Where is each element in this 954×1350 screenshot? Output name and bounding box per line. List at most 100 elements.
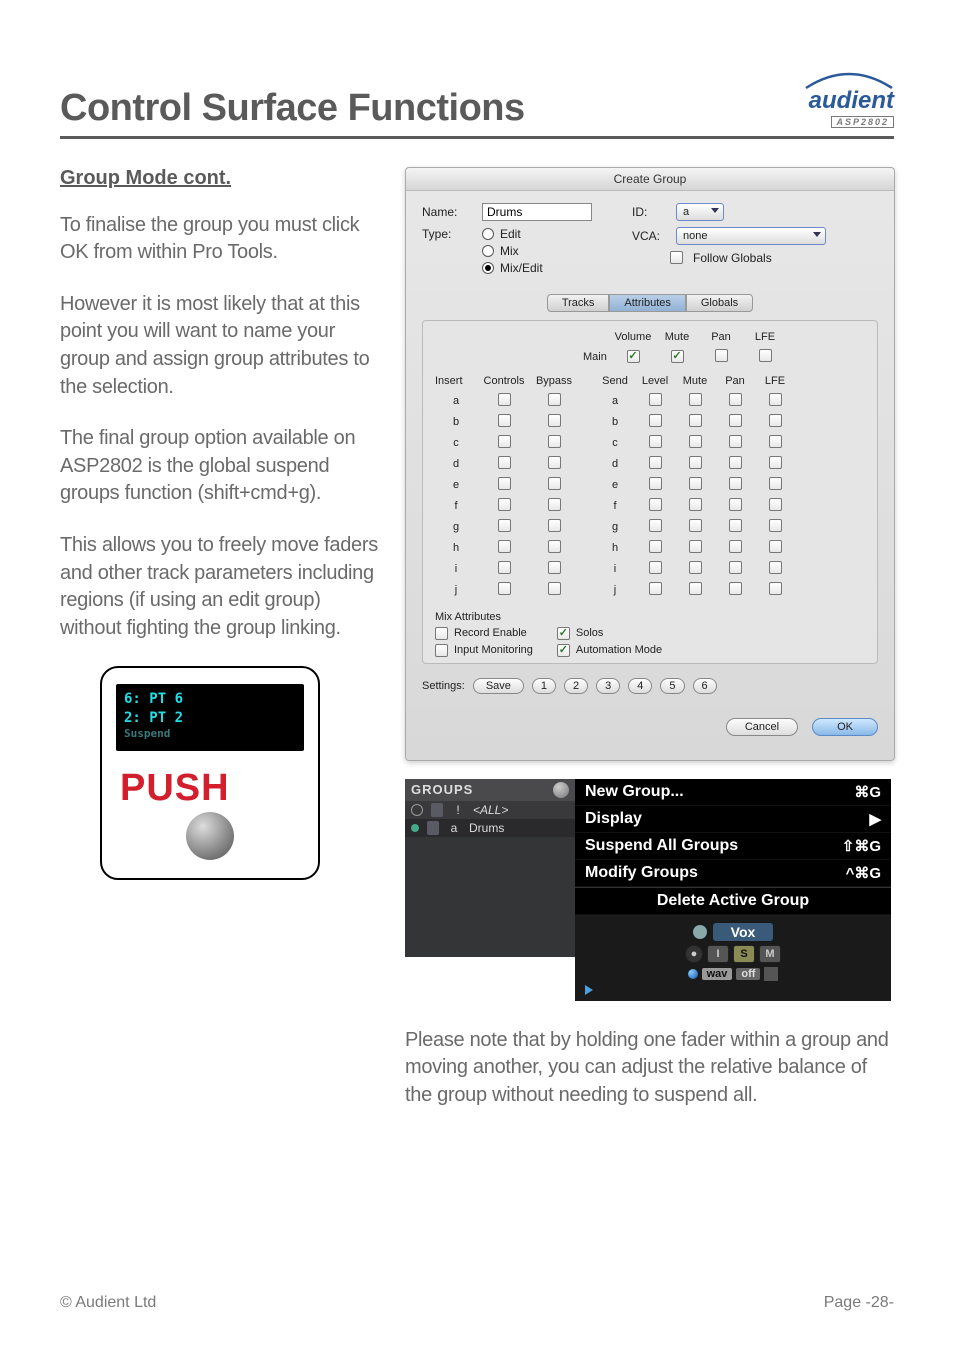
tab-globals[interactable]: Globals	[686, 294, 753, 312]
checkbox[interactable]	[649, 414, 662, 427]
automation-mode-selector[interactable]: off	[736, 968, 760, 980]
menu-new-group[interactable]: New Group... ⌘G	[575, 779, 891, 806]
checkbox[interactable]	[498, 519, 511, 532]
checkbox[interactable]	[649, 540, 662, 553]
group-name-input[interactable]	[482, 203, 592, 221]
save-button[interactable]: Save	[473, 678, 524, 694]
checkbox[interactable]	[649, 477, 662, 490]
checkbox[interactable]	[729, 456, 742, 469]
checkbox[interactable]	[689, 477, 702, 490]
preset-2-button[interactable]: 2	[564, 678, 588, 694]
checkbox[interactable]	[769, 456, 782, 469]
type-mix-radio[interactable]: Mix	[482, 244, 543, 258]
checkbox[interactable]	[498, 582, 511, 595]
checkbox[interactable]	[729, 435, 742, 448]
checkbox[interactable]	[689, 540, 702, 553]
elastic-icon[interactable]	[764, 967, 778, 981]
checkbox[interactable]	[649, 561, 662, 574]
checkbox[interactable]	[769, 435, 782, 448]
checkbox[interactable]	[548, 561, 561, 574]
checkbox[interactable]	[548, 456, 561, 469]
checkbox[interactable]	[649, 519, 662, 532]
main-mute-checkbox[interactable]	[671, 350, 684, 363]
checkbox[interactable]	[649, 498, 662, 511]
vca-dropdown[interactable]: none	[676, 227, 826, 245]
solos-checkbox[interactable]	[557, 627, 570, 640]
checkbox[interactable]	[498, 561, 511, 574]
checkbox[interactable]	[769, 498, 782, 511]
input-button[interactable]: I	[707, 945, 729, 963]
type-mixedit-radio[interactable]: Mix/Edit	[482, 261, 543, 275]
checkbox[interactable]	[498, 540, 511, 553]
checkbox[interactable]	[729, 582, 742, 595]
checkbox[interactable]	[689, 519, 702, 532]
checkbox[interactable]	[729, 498, 742, 511]
checkbox[interactable]	[769, 477, 782, 490]
checkbox[interactable]	[769, 393, 782, 406]
checkbox[interactable]	[649, 393, 662, 406]
track-name[interactable]: Vox	[713, 923, 774, 941]
checkbox[interactable]	[548, 498, 561, 511]
checkbox[interactable]	[729, 393, 742, 406]
checkbox[interactable]	[498, 498, 511, 511]
checkbox[interactable]	[729, 561, 742, 574]
checkbox[interactable]	[689, 435, 702, 448]
menu-modify-groups[interactable]: Modify Groups ^⌘G	[575, 860, 891, 887]
preset-5-button[interactable]: 5	[660, 678, 684, 694]
checkbox[interactable]	[548, 582, 561, 595]
checkbox[interactable]	[548, 540, 561, 553]
ok-button[interactable]: OK	[812, 718, 878, 736]
checkbox[interactable]	[498, 393, 511, 406]
record-button[interactable]: ●	[685, 945, 703, 963]
menu-delete-active[interactable]: Delete Active Group	[575, 887, 891, 915]
groups-row-all[interactable]: ! <ALL>	[405, 801, 575, 819]
type-edit-radio[interactable]: Edit	[482, 227, 543, 241]
checkbox[interactable]	[689, 582, 702, 595]
checkbox[interactable]	[769, 519, 782, 532]
checkbox[interactable]	[729, 540, 742, 553]
checkbox[interactable]	[729, 519, 742, 532]
tab-attributes[interactable]: Attributes	[609, 294, 685, 312]
checkbox[interactable]	[769, 561, 782, 574]
preset-1-button[interactable]: 1	[532, 678, 556, 694]
input-monitoring-checkbox[interactable]	[435, 644, 448, 657]
checkbox[interactable]	[649, 435, 662, 448]
checkbox[interactable]	[769, 582, 782, 595]
menu-suspend-all[interactable]: Suspend All Groups ⇧⌘G	[575, 833, 891, 860]
checkbox[interactable]	[548, 477, 561, 490]
checkbox[interactable]	[689, 393, 702, 406]
preset-3-button[interactable]: 3	[596, 678, 620, 694]
automation-mode-checkbox[interactable]	[557, 644, 570, 657]
checkbox[interactable]	[548, 435, 561, 448]
solo-button[interactable]: S	[733, 945, 755, 963]
checkbox[interactable]	[689, 456, 702, 469]
checkbox[interactable]	[498, 435, 511, 448]
disclosure-icon[interactable]	[553, 782, 569, 798]
id-dropdown[interactable]: a	[676, 203, 724, 221]
checkbox[interactable]	[498, 477, 511, 490]
automation-indicator-icon[interactable]	[688, 969, 698, 979]
checkbox[interactable]	[649, 456, 662, 469]
main-volume-checkbox[interactable]	[627, 350, 640, 363]
checkbox[interactable]	[548, 393, 561, 406]
checkbox[interactable]	[548, 414, 561, 427]
preset-4-button[interactable]: 4	[628, 678, 652, 694]
record-enable-checkbox[interactable]	[435, 627, 448, 640]
checkbox[interactable]	[729, 414, 742, 427]
mute-button[interactable]: M	[759, 945, 781, 963]
cancel-button[interactable]: Cancel	[726, 718, 798, 736]
checkbox[interactable]	[498, 456, 511, 469]
checkbox[interactable]	[769, 414, 782, 427]
groups-row-drums[interactable]: a Drums	[405, 819, 575, 837]
checkbox[interactable]	[548, 519, 561, 532]
checkbox[interactable]	[769, 540, 782, 553]
menu-display[interactable]: Display ▶	[575, 806, 891, 833]
tab-tracks[interactable]: Tracks	[547, 294, 610, 312]
checkbox[interactable]	[729, 477, 742, 490]
preset-6-button[interactable]: 6	[693, 678, 717, 694]
main-lfe-checkbox[interactable]	[759, 349, 772, 362]
playlist-arrow-icon[interactable]	[585, 985, 593, 995]
checkbox[interactable]	[689, 414, 702, 427]
checkbox[interactable]	[689, 561, 702, 574]
main-pan-checkbox[interactable]	[715, 349, 728, 362]
